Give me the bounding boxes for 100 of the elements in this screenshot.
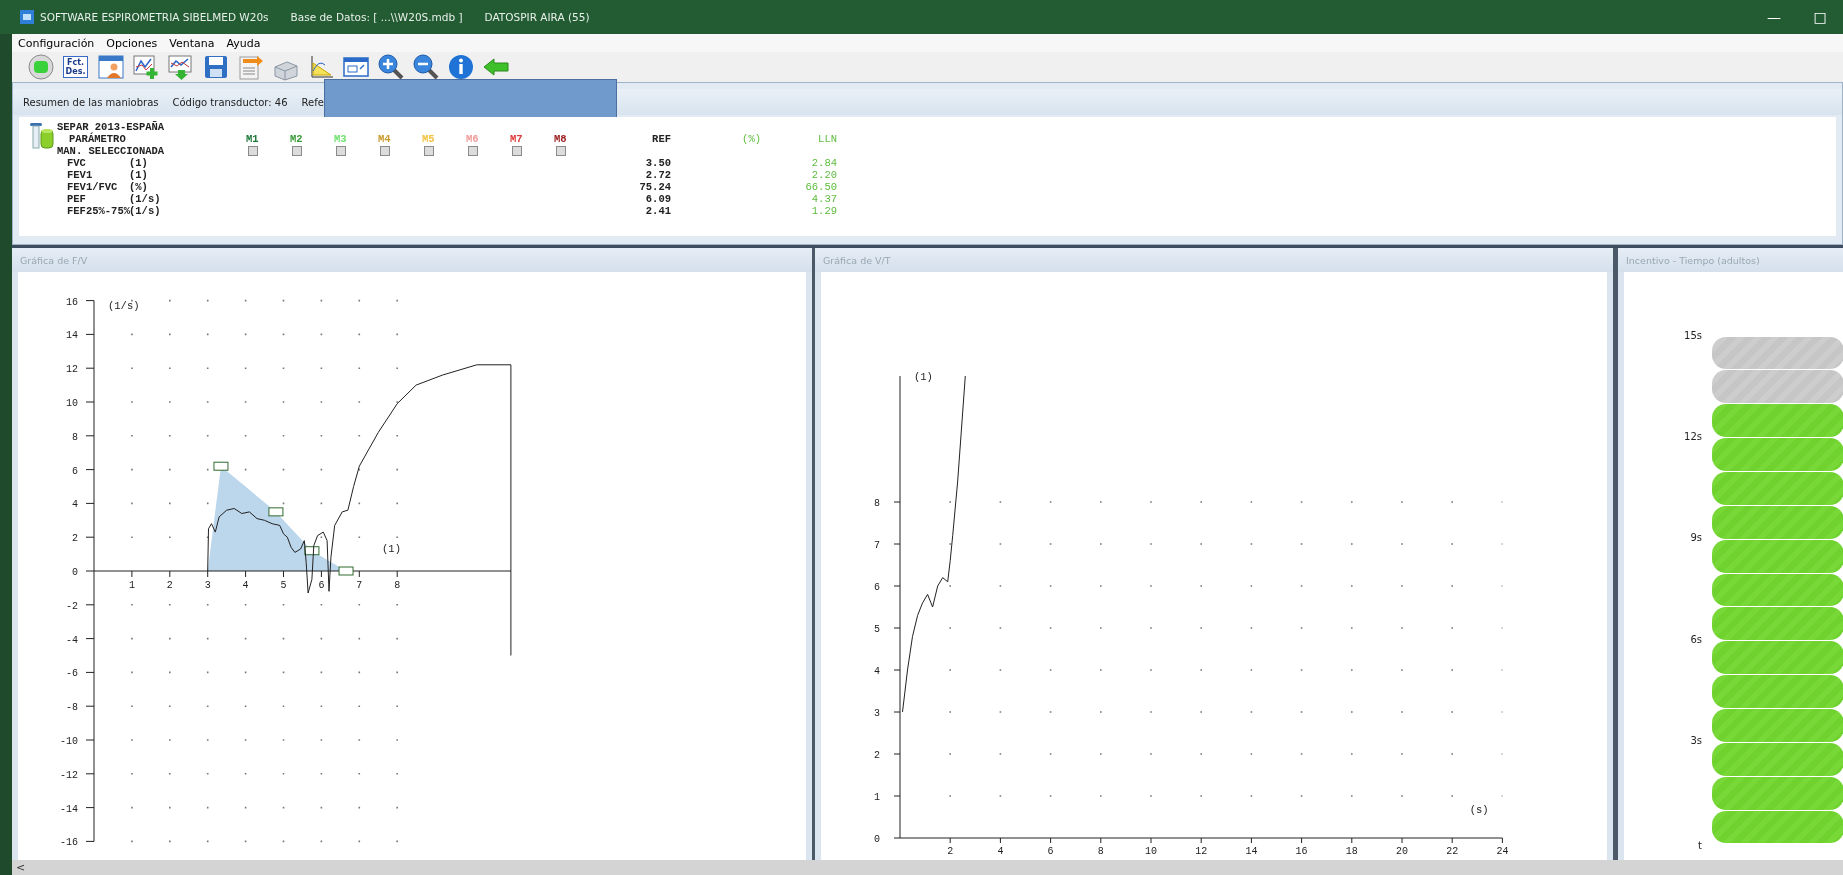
- maneuver-label: M1: [245, 133, 260, 145]
- scale-label: 9s: [1690, 532, 1702, 545]
- axis-label: (s): [1469, 803, 1489, 816]
- table-cell: 75.24: [639, 181, 671, 193]
- tick-label: 12: [66, 364, 78, 376]
- reference-marker: [213, 461, 229, 471]
- tick-label: 6: [318, 580, 325, 591]
- maneuver-label: M3: [333, 133, 348, 145]
- tick-label: 3: [874, 708, 880, 719]
- tick-label: -2: [66, 600, 78, 612]
- axis-label: (1): [914, 371, 933, 383]
- tick-label: 8: [874, 498, 880, 509]
- checkbox[interactable]: [248, 146, 258, 156]
- parameter-unit: (%): [129, 181, 149, 193]
- checkbox[interactable]: [512, 146, 522, 156]
- tick-label: 8: [72, 431, 78, 443]
- tick-label: -14: [60, 803, 78, 815]
- menu-item[interactable]: Configuración: [18, 36, 95, 50]
- axis-label: (1/s): [108, 299, 140, 312]
- tick-label: -8: [66, 702, 78, 714]
- patient-label: DATOSPIR AIRA (55): [484, 11, 590, 23]
- menu-item[interactable]: Ayuda: [226, 36, 261, 50]
- row-label: MAN. SELECCIONADA: [57, 145, 166, 157]
- tick-label: 2: [72, 533, 78, 545]
- tick-label: 2: [166, 580, 173, 591]
- tick-label: 24: [1496, 846, 1509, 857]
- maneuver-label: M7: [509, 133, 524, 145]
- column-header: LLN: [818, 133, 837, 145]
- horizontal-scrollbar[interactable]: <: [12, 860, 1843, 875]
- tick-label: 7: [356, 580, 363, 591]
- scale-label: 15s: [1684, 330, 1702, 342]
- table-cell: 4.37: [811, 193, 837, 205]
- minimize-button[interactable]: —: [1751, 2, 1797, 32]
- column-header: (%): [742, 133, 761, 145]
- maneuver-label: M4: [377, 133, 392, 145]
- tick-label: 18: [1345, 846, 1358, 857]
- checkbox[interactable]: [380, 146, 390, 156]
- zoom-out-icon: [411, 53, 440, 81]
- tick-label: 5: [874, 624, 880, 635]
- tick-label: 4: [997, 846, 1004, 857]
- tick-label: 7: [874, 540, 880, 551]
- panel-title: Gráfica de F/V: [20, 254, 88, 266]
- maneuver-label: M6: [465, 133, 480, 145]
- tick-label: -12: [60, 769, 78, 781]
- reference-marker: [304, 546, 320, 556]
- checkbox[interactable]: [292, 146, 302, 156]
- reference-marker: [268, 507, 284, 517]
- tick-label: 16: [1295, 846, 1308, 857]
- info-icon: [446, 53, 475, 81]
- maneuver-label: M5: [421, 133, 436, 145]
- tick-label: 0: [72, 567, 78, 578]
- tick-label: 5: [280, 580, 287, 591]
- summary-header-label: Resumen de las maniobras: [23, 96, 159, 108]
- table-cell: 2.41: [645, 205, 671, 217]
- table-cell: 2.72: [645, 169, 671, 181]
- column-header: REF: [652, 133, 671, 145]
- tick-label: 6: [1047, 846, 1054, 857]
- table-cell: 1.29: [811, 205, 837, 217]
- checkbox[interactable]: [424, 146, 434, 156]
- scale-label: 3s: [1690, 734, 1702, 747]
- summary-header-label: Refe: [301, 96, 324, 108]
- tick-label: 1: [874, 792, 880, 803]
- axis-label: (1): [382, 543, 401, 556]
- parameter-unit: (1): [129, 157, 149, 169]
- window-title: SOFTWARE ESPIROMETRIA SIBELMED W20s: [40, 11, 269, 23]
- checkbox[interactable]: [336, 146, 346, 156]
- tick-label: 8: [1097, 846, 1104, 857]
- maximize-button[interactable]: □: [1797, 2, 1843, 32]
- table-cell: 2.84: [811, 157, 837, 169]
- tick-label: 3: [204, 580, 211, 591]
- tick-label: 4: [72, 499, 78, 511]
- tick-label: 6: [72, 465, 78, 477]
- parameter-name: FVC: [66, 157, 87, 169]
- tick-label: 14: [1245, 846, 1258, 857]
- table-cell: 2.20: [811, 169, 837, 181]
- table-cell: 6.09: [645, 193, 671, 205]
- chart-arrow-icon: [166, 53, 195, 81]
- checkbox[interactable]: [468, 146, 478, 156]
- parameter-name: PEF: [66, 193, 87, 205]
- parameter-name: FEV1: [66, 169, 94, 181]
- parameter-name: FEF25%-75%: [66, 205, 129, 217]
- maneuver-label: M2: [289, 133, 304, 145]
- tick-label: 1: [128, 580, 135, 591]
- tick-label: 4: [874, 666, 880, 677]
- menu-item[interactable]: Ventana: [169, 36, 215, 50]
- tick-label: 12: [1195, 846, 1208, 857]
- tick-label: 4: [242, 580, 249, 591]
- tick-label: 20: [1396, 846, 1408, 857]
- menu-item[interactable]: Opciones: [106, 36, 158, 50]
- scale-label: 6s: [1690, 633, 1702, 646]
- tick-label: 6: [874, 582, 880, 593]
- tick-label: 0: [874, 834, 880, 845]
- reference-marker: [338, 566, 354, 576]
- tick-label: 2: [874, 750, 880, 761]
- tick-label: -4: [66, 634, 78, 646]
- checkbox[interactable]: [556, 146, 566, 156]
- scroll-left-button[interactable]: <: [12, 861, 26, 874]
- scale-label: t: [1698, 840, 1702, 852]
- tick-label: -10: [60, 736, 78, 747]
- database-label: Base de Datos: [ ...\\W20S.mdb ]: [290, 11, 463, 23]
